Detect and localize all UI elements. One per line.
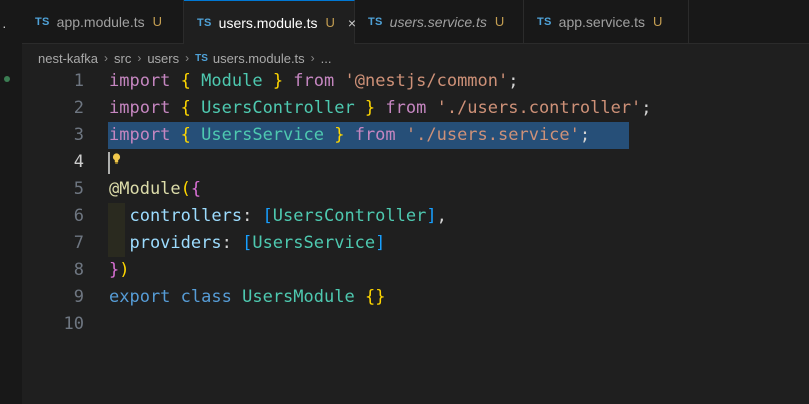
code-line[interactable]: 7 providers: [UsersService] (22, 230, 809, 257)
tab-label: users.module.ts (218, 14, 318, 31)
git-change-dot (4, 76, 10, 82)
code-text: export class UsersModule {} (109, 287, 386, 307)
line-number: 9 (73, 287, 84, 307)
code-text: import { Module } from '@nestjs/common'; (109, 71, 519, 91)
code-line-selected[interactable]: 3 import { UsersService } from './users.… (22, 122, 809, 149)
text-cursor (108, 152, 110, 174)
line-number: 4 (73, 152, 84, 172)
tab-users-service[interactable]: TS users.service.ts U (355, 0, 524, 43)
breadcrumb-item-symbol[interactable]: ... (321, 51, 332, 66)
line-number: 10 (63, 314, 84, 334)
editor-tab-bar: TS app.module.ts U TS users.module.ts U … (22, 0, 809, 44)
code-line[interactable]: 9 export class UsersModule {} (22, 284, 809, 311)
breadcrumb-item-users[interactable]: users (147, 51, 179, 66)
typescript-icon: TS (35, 15, 50, 28)
chevron-right-icon: › (185, 51, 190, 65)
more-marker: · (2, 18, 7, 34)
code-text: }) (109, 260, 130, 280)
code-line-current[interactable]: 4 (22, 149, 809, 176)
chevron-right-icon: › (137, 51, 142, 65)
line-number: 2 (73, 98, 84, 118)
code-line[interactable]: 10 (22, 311, 809, 338)
untracked-badge: U (152, 14, 162, 29)
code-line[interactable]: 1 import { Module } from '@nestjs/common… (22, 68, 809, 95)
code-text: providers: [UsersService] (109, 233, 386, 253)
tab-label: app.module.ts (56, 13, 145, 30)
code-line[interactable]: 6 controllers: [UsersController], (22, 203, 809, 230)
line-number: 8 (73, 260, 84, 280)
code-editor[interactable]: 1 import { Module } from '@nestjs/common… (22, 68, 809, 404)
code-text: @Module({ (109, 179, 202, 199)
code-line[interactable]: 8 }) (22, 257, 809, 284)
line-number: 7 (73, 233, 84, 253)
breadcrumb: nest-kafka › src › users › TS users.modu… (38, 49, 332, 67)
breadcrumb-item-file[interactable]: users.module.ts (213, 51, 305, 66)
line-number: 1 (73, 71, 84, 91)
code-text: controllers: [UsersController], (109, 206, 447, 226)
untracked-badge: U (494, 14, 505, 29)
typescript-icon: TS (537, 15, 552, 28)
tab-app-module[interactable]: TS app.module.ts U (22, 0, 184, 43)
code-line[interactable]: 2 import { UsersController } from './use… (22, 95, 809, 122)
untracked-badge: U (325, 15, 335, 30)
code-text: import { UsersController } from './users… (109, 98, 652, 118)
lightbulb-icon[interactable] (112, 153, 121, 164)
chevron-right-icon: › (310, 51, 315, 65)
typescript-icon: TS (195, 52, 208, 64)
tab-label: app.service.ts (558, 13, 646, 30)
typescript-icon: TS (197, 16, 212, 29)
code-text: import { UsersService } from './users.se… (109, 125, 591, 145)
chevron-right-icon: › (103, 51, 108, 65)
code-line[interactable]: 5 @Module({ (22, 176, 809, 203)
line-number: 3 (73, 125, 84, 145)
line-number: 6 (73, 206, 84, 226)
tab-users-module[interactable]: TS users.module.ts U × (184, 0, 356, 44)
breadcrumb-item-src[interactable]: src (114, 51, 131, 66)
tab-label: users.service.ts (389, 13, 487, 30)
line-number: 5 (73, 179, 84, 199)
untracked-badge: U (653, 14, 663, 29)
activity-strip: · (0, 0, 22, 404)
breadcrumb-item-nest-kafka[interactable]: nest-kafka (38, 51, 98, 66)
typescript-icon: TS (368, 15, 383, 28)
tab-app-service[interactable]: TS app.service.ts U (524, 0, 689, 43)
